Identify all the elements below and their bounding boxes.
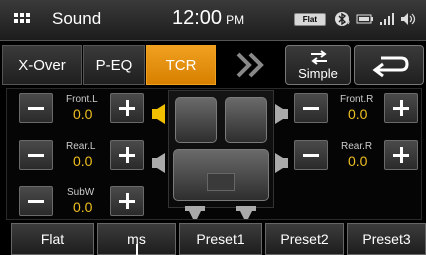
- preset-flat-button[interactable]: Flat: [11, 223, 94, 255]
- rear-right-speaker-icon[interactable]: [274, 153, 288, 173]
- front-right-seat[interactable]: [225, 97, 267, 143]
- simple-button[interactable]: Simple: [285, 45, 351, 85]
- clock: 12:00 PM: [172, 7, 244, 30]
- rear-left-speaker-icon[interactable]: [152, 153, 166, 173]
- front-r-value: 0.0: [348, 106, 368, 122]
- app-title: Sound: [52, 9, 102, 28]
- front-r-minus-button[interactable]: [294, 93, 328, 123]
- front-l-plus-button[interactable]: [110, 93, 144, 123]
- rear-l-minus-button[interactable]: [19, 140, 53, 170]
- preset-3-button[interactable]: Preset3: [347, 223, 426, 255]
- front-l-minus-button[interactable]: [19, 93, 53, 123]
- rear-l-value: 0.0: [73, 153, 93, 169]
- subwoofer-right-speaker-icon[interactable]: [236, 206, 256, 220]
- rear-r-label: Rear.R: [341, 141, 373, 152]
- clock-ampm: PM: [226, 13, 245, 27]
- rear-armrest: [207, 173, 235, 191]
- subw-value: 0.0: [73, 199, 93, 215]
- rear-l-label: Rear.L: [66, 141, 96, 152]
- front-right-speaker-icon[interactable]: [274, 104, 288, 124]
- front-left-speaker-icon[interactable]: [152, 104, 166, 124]
- subw-label: SubW: [67, 187, 95, 198]
- car-seat-diagram: [168, 90, 274, 208]
- volume-icon: [401, 13, 416, 25]
- front-r-plus-button[interactable]: [384, 93, 418, 123]
- rear-l-plus-button[interactable]: [110, 140, 144, 170]
- simple-button-label: Simple: [298, 66, 338, 81]
- eq-badge: Flat: [293, 12, 326, 26]
- front-l-value: 0.0: [73, 106, 93, 122]
- back-button[interactable]: [354, 45, 424, 85]
- front-l-label: Front.L: [66, 94, 98, 105]
- menu-grid-icon[interactable]: [14, 13, 30, 26]
- preset-1-button[interactable]: Preset1: [179, 223, 262, 255]
- clock-time: 12:00: [172, 7, 223, 29]
- tab-x-over[interactable]: X-Over: [2, 45, 82, 85]
- tab-p-eq[interactable]: P-EQ: [83, 45, 145, 85]
- subw-plus-button[interactable]: [110, 186, 144, 216]
- status-bar: Sound 12:00 PM Flat: [0, 0, 426, 41]
- rear-r-plus-button[interactable]: [384, 140, 418, 170]
- status-icons: Flat: [293, 11, 418, 27]
- signal-icon: [380, 13, 394, 25]
- double-chevron-right-icon[interactable]: [230, 52, 270, 78]
- rear-r-value: 0.0: [348, 153, 368, 169]
- tab-tcr[interactable]: TCR: [146, 45, 216, 85]
- rear-r-minus-button[interactable]: [294, 140, 328, 170]
- front-left-seat[interactable]: [175, 97, 217, 143]
- swap-arrows-icon: [311, 50, 327, 65]
- subw-minus-button[interactable]: [19, 186, 53, 216]
- back-arrow-icon: [372, 56, 409, 78]
- front-r-label: Front.R: [340, 94, 374, 105]
- battery-icon: [356, 14, 373, 24]
- bluetooth-icon: [335, 12, 350, 26]
- preset-2-button[interactable]: Preset2: [265, 223, 344, 255]
- text-cursor: [136, 244, 138, 255]
- subwoofer-left-speaker-icon[interactable]: [185, 206, 205, 220]
